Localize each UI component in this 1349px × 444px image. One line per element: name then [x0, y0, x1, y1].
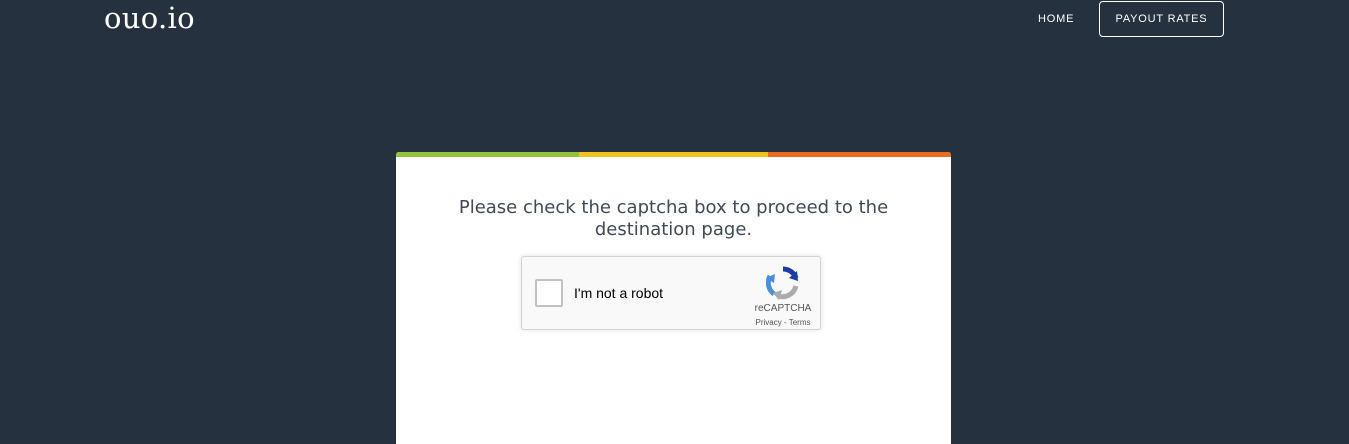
accent-green-segment — [396, 152, 579, 157]
page: ouo.io HOME PAYOUT RATES Please check th… — [0, 0, 1349, 444]
recaptcha-logo-icon — [766, 266, 799, 300]
recaptcha-label: I'm not a robot — [574, 285, 664, 301]
recaptcha-privacy-link[interactable]: Privacy — [756, 318, 782, 327]
recaptcha-link-separator: - — [781, 318, 789, 327]
accent-orange-segment — [768, 152, 951, 157]
captcha-card: Please check the captcha box to proceed … — [396, 152, 951, 444]
payout-rates-button[interactable]: PAYOUT RATES — [1099, 1, 1224, 37]
site-logo[interactable]: ouo.io — [104, 2, 195, 34]
recaptcha-checkbox[interactable] — [535, 279, 563, 307]
recaptcha-terms-link[interactable]: Terms — [789, 318, 811, 327]
nav-home-link[interactable]: HOME — [1038, 12, 1074, 26]
recaptcha-brand: reCAPTCHA — [754, 303, 812, 314]
recaptcha-widget: I'm not a robot reCAPTCHA Privacy - Term… — [521, 256, 821, 330]
card-accent-bar — [396, 152, 951, 157]
captcha-instruction: Please check the captcha box to proceed … — [458, 197, 889, 240]
recaptcha-links: Privacy - Terms — [740, 318, 826, 328]
accent-yellow-segment — [579, 152, 768, 157]
